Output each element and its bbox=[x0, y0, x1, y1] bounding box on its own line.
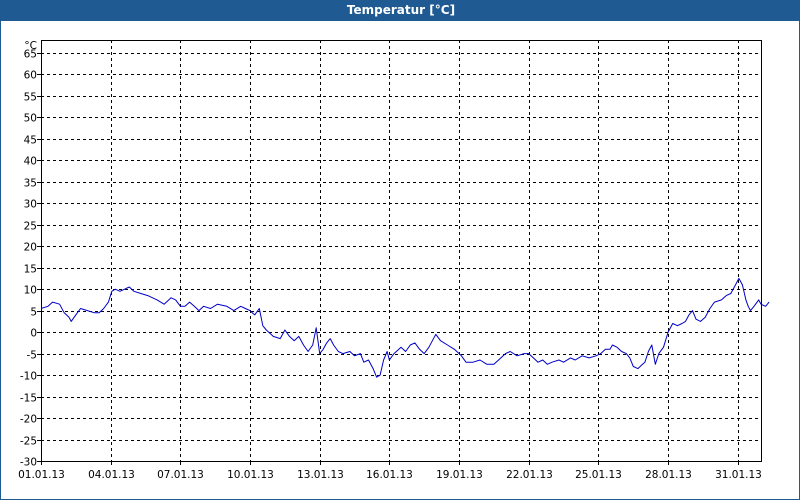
temperature-series-line bbox=[40, 277, 770, 378]
chart-canvas: 65605550454035302520151050-5-10-15-20-25… bbox=[18, 40, 770, 481]
y-tick-label: 35 bbox=[24, 178, 37, 190]
x-tick-label: 01.01.13 bbox=[18, 469, 65, 481]
x-tick-label: 19.01.13 bbox=[436, 469, 483, 481]
x-tick-labels: 01.01.13 04.01.13 07.01.13 10.01.13 13.01.13… bbox=[18, 469, 762, 481]
y-tick-label: 30 bbox=[24, 199, 37, 211]
y-tick-label: 15 bbox=[24, 264, 37, 276]
x-tick-label: 25.01.13 bbox=[575, 469, 622, 481]
y-tick-label: -30 bbox=[20, 457, 37, 469]
y-tick-label: 5 bbox=[30, 307, 37, 319]
x-tick-label: 07.01.13 bbox=[157, 469, 204, 481]
chart-window: Temperatur [°C] 65 60 55 50 45 40 35 30 25 20 15 10… bbox=[0, 0, 800, 500]
y-tick-label: 10 bbox=[24, 285, 37, 297]
x-tick-label: 22.01.13 bbox=[506, 469, 553, 481]
axes bbox=[37, 40, 762, 465]
y-tick-label: -15 bbox=[20, 393, 37, 405]
x-tick-label: 28.01.13 bbox=[645, 469, 692, 481]
y-tick-label: 45 bbox=[24, 135, 37, 147]
y-tick-label: 40 bbox=[24, 156, 37, 168]
y-tick-label: -10 bbox=[20, 371, 37, 383]
chart-title: Temperatur [°C] bbox=[1, 0, 800, 21]
y-tick-label: 55 bbox=[24, 92, 37, 104]
y-tick-label: -25 bbox=[20, 436, 37, 448]
grid bbox=[41, 40, 761, 461]
y-tick-label: 60 bbox=[24, 70, 37, 82]
x-tick-label: 13.01.13 bbox=[297, 469, 344, 481]
y-tick-label: 0 bbox=[30, 328, 37, 340]
x-tick-label: 10.01.13 bbox=[227, 469, 274, 481]
x-tick-label: 31.01.13 bbox=[715, 469, 762, 481]
x-tick-label: 16.01.13 bbox=[366, 469, 413, 481]
series-layer bbox=[40, 277, 770, 378]
y-tick-label: 25 bbox=[24, 221, 37, 233]
x-tick-label: 04.01.13 bbox=[88, 469, 135, 481]
y-tick-label: -5 bbox=[27, 350, 37, 362]
y-tick-label: 50 bbox=[24, 113, 37, 125]
y-tick-label: -20 bbox=[20, 414, 37, 426]
y-tick-labels: 65605550454035302520151050-5-10-15-20-25… bbox=[20, 49, 37, 469]
y-tick-label: 20 bbox=[24, 242, 37, 254]
plot-frame bbox=[41, 40, 762, 462]
y-axis-unit-label: °C bbox=[24, 40, 37, 52]
